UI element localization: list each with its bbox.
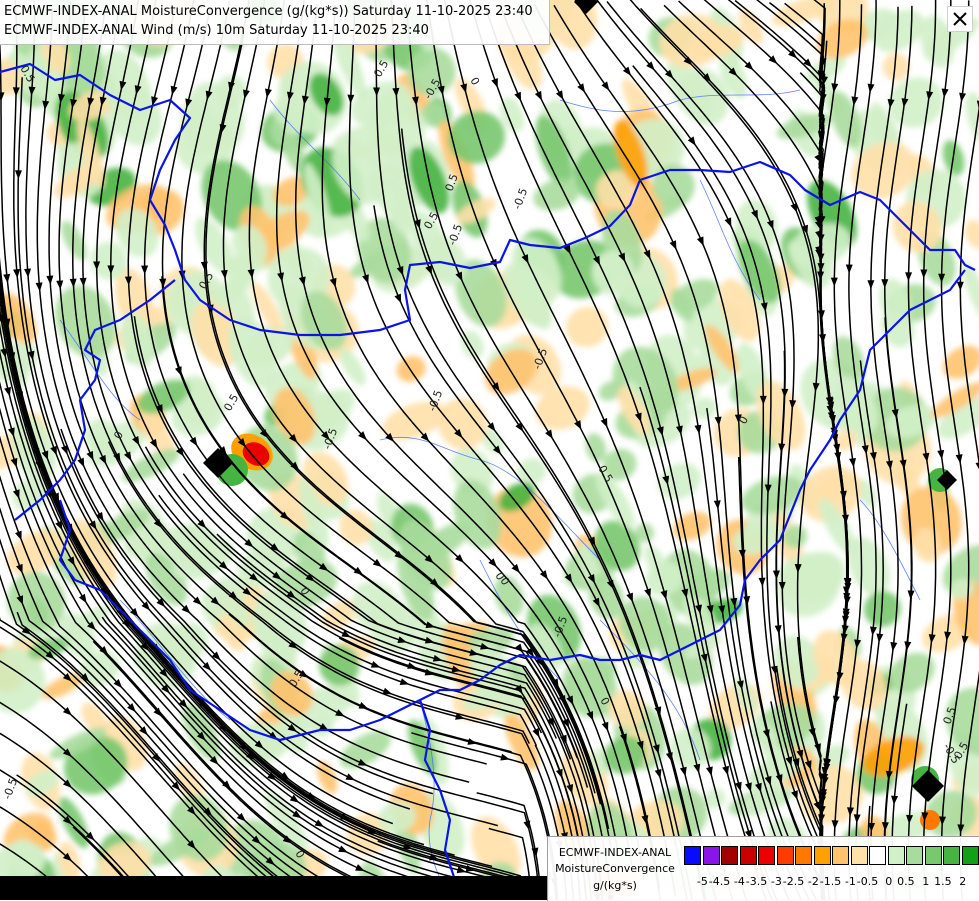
legend-swatch bbox=[795, 846, 812, 865]
legend-tick: 2 bbox=[959, 875, 966, 888]
legend-tick: -2.5 bbox=[783, 875, 804, 888]
legend-tick: 0 bbox=[885, 875, 892, 888]
legend-swatch bbox=[851, 846, 868, 865]
legend-swatch bbox=[832, 846, 849, 865]
legend-parameter: MoistureConvergence bbox=[550, 862, 680, 875]
legend-swatch bbox=[869, 846, 886, 865]
map-canvas[interactable]: 0.5-0.50-0.50.500.5-0.500.5-0.500.5-0.50… bbox=[0, 0, 979, 900]
title-moisture: ECMWF-INDEX-ANAL MoistureConvergence (g/… bbox=[4, 4, 533, 19]
color-legend: ECMWF-INDEX-ANAL MoistureConvergence g/(… bbox=[547, 836, 979, 901]
legend-swatch bbox=[740, 846, 757, 865]
legend-swatch bbox=[925, 846, 942, 865]
legend-swatch bbox=[943, 846, 960, 865]
legend-tick: -5 bbox=[697, 875, 708, 888]
legend-tick: 1.5 bbox=[934, 875, 952, 888]
legend-tick: -3 bbox=[771, 875, 782, 888]
legend-swatch bbox=[962, 846, 979, 865]
legend-swatch bbox=[721, 846, 738, 865]
legend-swatch bbox=[758, 846, 775, 865]
legend-tick: 0.5 bbox=[897, 875, 915, 888]
legend-swatch bbox=[777, 846, 794, 865]
close-button[interactable] bbox=[947, 6, 973, 32]
legend-swatch bbox=[703, 846, 720, 865]
legend-swatch bbox=[906, 846, 923, 865]
legend-tick: -4.5 bbox=[709, 875, 730, 888]
title-wind: ECMWF-INDEX-ANAL Wind (m/s) 10m Saturday… bbox=[4, 23, 429, 38]
map-title-box: ECMWF-INDEX-ANAL MoistureConvergence (g/… bbox=[0, 0, 550, 45]
legend-tick: -2 bbox=[808, 875, 819, 888]
legend-tick: -1 bbox=[845, 875, 856, 888]
legend-swatch bbox=[888, 846, 905, 865]
legend-tick: -1.5 bbox=[820, 875, 841, 888]
legend-tick: -4 bbox=[734, 875, 745, 888]
legend-unit: g/(kg*s) bbox=[550, 879, 680, 892]
footer-bar bbox=[0, 876, 549, 900]
legend-tick: -0.5 bbox=[857, 875, 878, 888]
legend-tick: -3.5 bbox=[746, 875, 767, 888]
close-icon bbox=[952, 11, 968, 27]
legend-model: ECMWF-INDEX-ANAL bbox=[550, 846, 680, 859]
legend-tick: 1 bbox=[922, 875, 929, 888]
legend-swatch bbox=[814, 846, 831, 865]
legend-swatch bbox=[684, 846, 701, 865]
